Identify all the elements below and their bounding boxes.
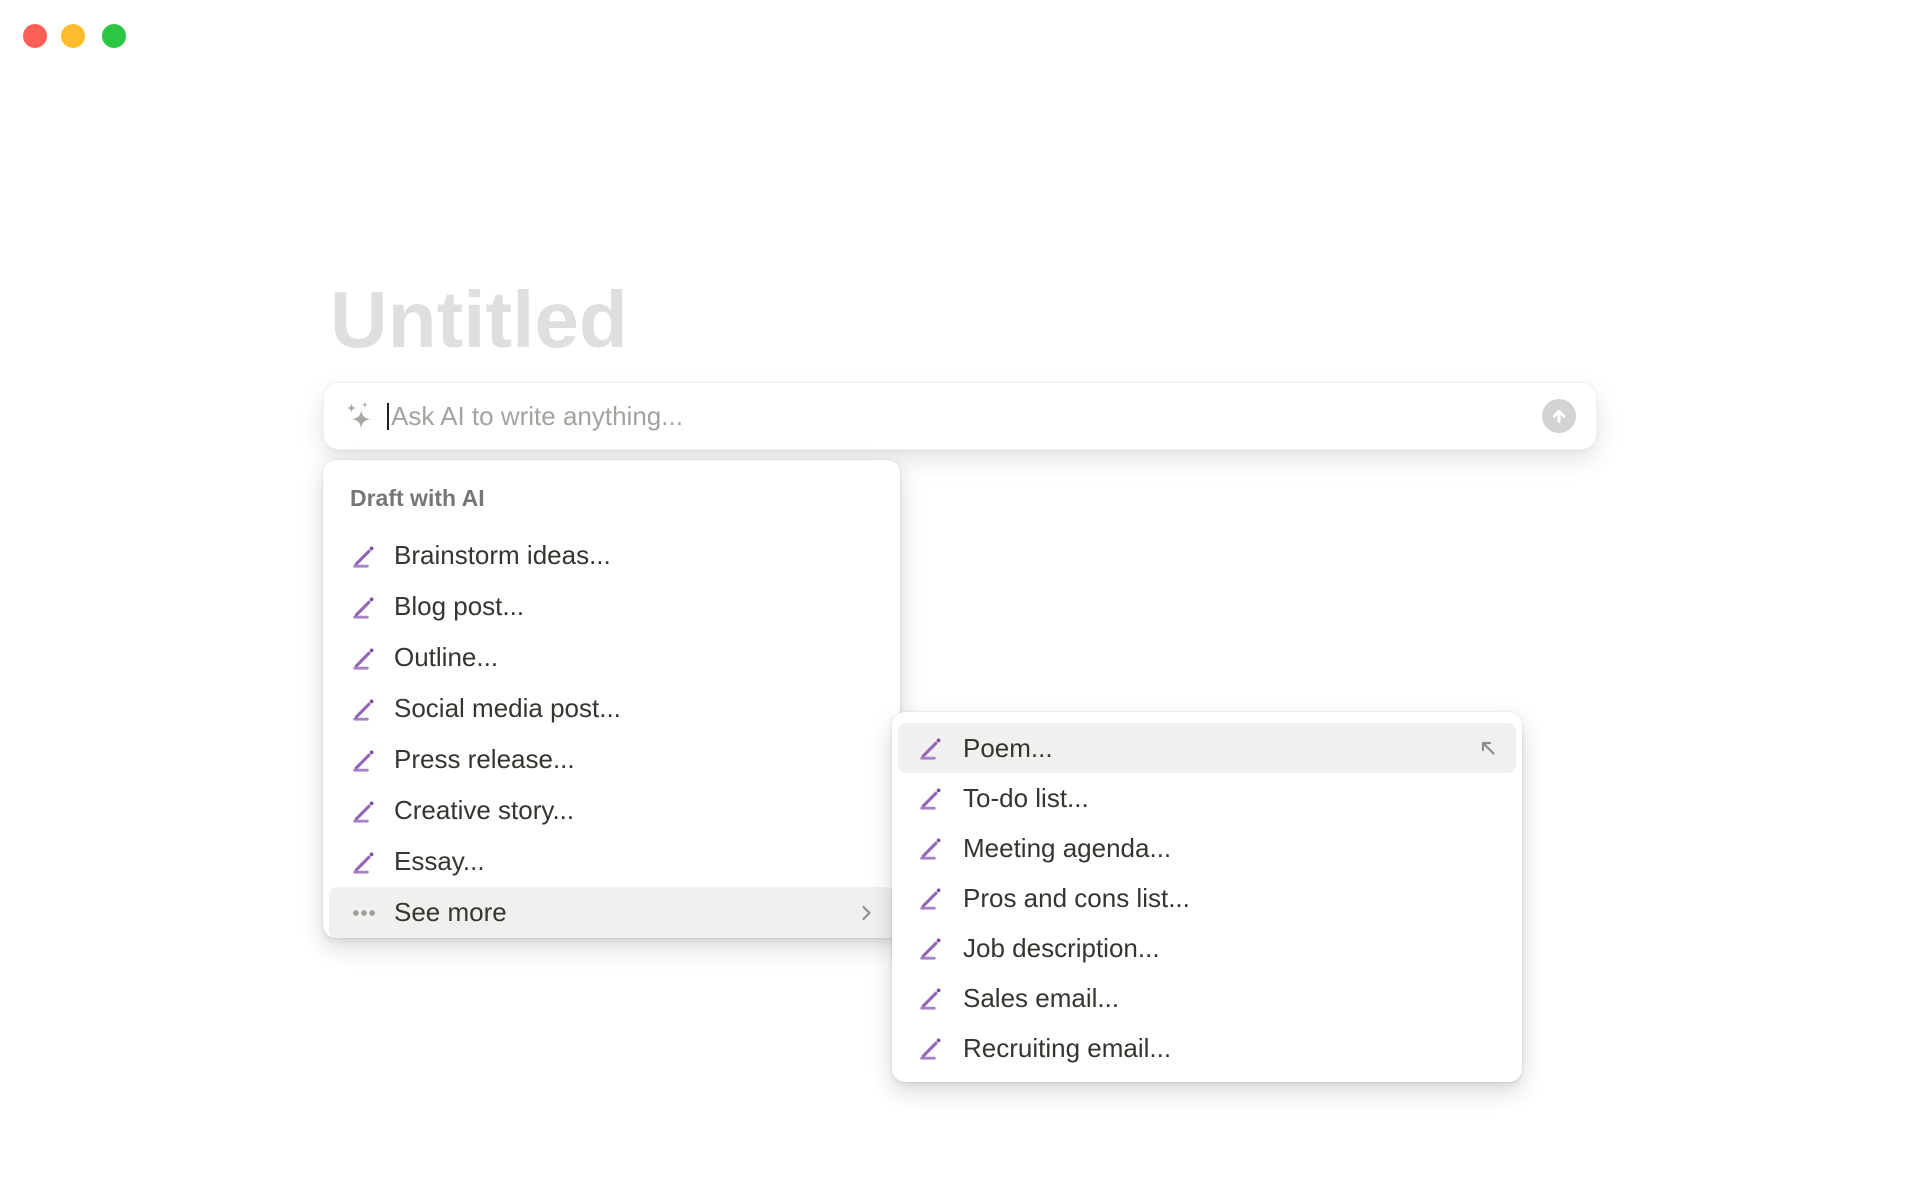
pencil-draft-icon bbox=[353, 697, 376, 721]
menu-item-label: Pros and cons list... bbox=[963, 882, 1190, 913]
menu-item-social-media-post[interactable]: Social media post... bbox=[323, 683, 900, 734]
section-label: Draft with AI bbox=[350, 484, 485, 511]
pencil-draft-icon bbox=[920, 886, 943, 910]
pencil-draft-icon bbox=[353, 595, 376, 619]
menu-item-label: Sales email... bbox=[963, 982, 1120, 1013]
pencil-draft-icon bbox=[920, 786, 943, 810]
ellipsis-icon bbox=[353, 909, 375, 916]
menu-item-label: Job description... bbox=[963, 932, 1160, 963]
chevron-right-icon bbox=[862, 905, 871, 920]
menu-item-label: Poem... bbox=[963, 732, 1053, 763]
menu-item-label: Press release... bbox=[394, 744, 575, 774]
draft-with-ai-menu: Draft with AI Brainstorm ideas... Blog p… bbox=[323, 460, 900, 938]
menu-item-label: See more bbox=[394, 897, 507, 927]
menu-item-label: Social media post... bbox=[394, 693, 621, 723]
pencil-draft-icon bbox=[920, 936, 943, 960]
menu-item-creative-story[interactable]: Creative story... bbox=[323, 785, 900, 836]
menu-item-label: Creative story... bbox=[394, 795, 575, 825]
menu-item-label: Blog post... bbox=[394, 591, 525, 621]
menu-item-recruiting-email[interactable]: Recruiting email... bbox=[892, 1023, 1522, 1073]
menu-item-label: Outline... bbox=[394, 642, 499, 672]
menu-item-todo-list[interactable]: To-do list... bbox=[892, 773, 1522, 823]
see-more-submenu: Poem... To-do list... Meeting agenda... … bbox=[892, 712, 1522, 1082]
text-cursor bbox=[387, 402, 389, 430]
menu-item-label: Meeting agenda... bbox=[963, 832, 1172, 863]
pencil-draft-icon bbox=[353, 544, 376, 568]
pencil-draft-icon bbox=[920, 986, 943, 1010]
menu-item-meeting-agenda[interactable]: Meeting agenda... bbox=[892, 823, 1522, 873]
menu-item-job-description[interactable]: Job description... bbox=[892, 923, 1522, 973]
menu-item-label: To-do list... bbox=[963, 782, 1089, 813]
submit-button[interactable] bbox=[1542, 399, 1576, 433]
pencil-draft-icon bbox=[353, 748, 376, 772]
menu-item-pros-and-cons-list[interactable]: Pros and cons list... bbox=[892, 873, 1522, 923]
pencil-draft-icon bbox=[920, 1036, 943, 1060]
menu-item-outline[interactable]: Outline... bbox=[323, 632, 900, 683]
menu-item-poem[interactable]: Poem... bbox=[898, 723, 1516, 773]
pencil-draft-icon bbox=[353, 646, 376, 670]
page-title[interactable]: Untitled bbox=[330, 280, 628, 360]
menu-item-label: Brainstorm ideas... bbox=[394, 540, 611, 570]
menu-item-label: Essay... bbox=[394, 846, 485, 876]
menu-item-see-more[interactable]: See more bbox=[329, 887, 894, 938]
pencil-draft-icon bbox=[920, 836, 943, 860]
pencil-draft-icon bbox=[353, 850, 376, 874]
menu-item-brainstorm-ideas[interactable]: Brainstorm ideas... bbox=[323, 530, 900, 581]
menu-item-label: Recruiting email... bbox=[963, 1032, 1172, 1063]
ai-prompt-input[interactable] bbox=[391, 400, 1542, 432]
pencil-draft-icon bbox=[353, 799, 376, 823]
window-minimize-button[interactable] bbox=[61, 24, 85, 48]
menu-item-blog-post[interactable]: Blog post... bbox=[323, 581, 900, 632]
window-close-button[interactable] bbox=[23, 24, 47, 48]
arrow-up-left-icon bbox=[1481, 741, 1495, 755]
window-zoom-button[interactable] bbox=[102, 24, 126, 48]
ai-sparkle-icon bbox=[346, 401, 372, 430]
menu-item-press-release[interactable]: Press release... bbox=[323, 734, 900, 785]
menu-item-sales-email[interactable]: Sales email... bbox=[892, 973, 1522, 1023]
menu-item-essay[interactable]: Essay... bbox=[323, 836, 900, 887]
arrow-up-icon bbox=[1552, 409, 1566, 423]
pencil-draft-icon bbox=[920, 736, 943, 760]
ai-input-bar[interactable] bbox=[323, 382, 1597, 450]
